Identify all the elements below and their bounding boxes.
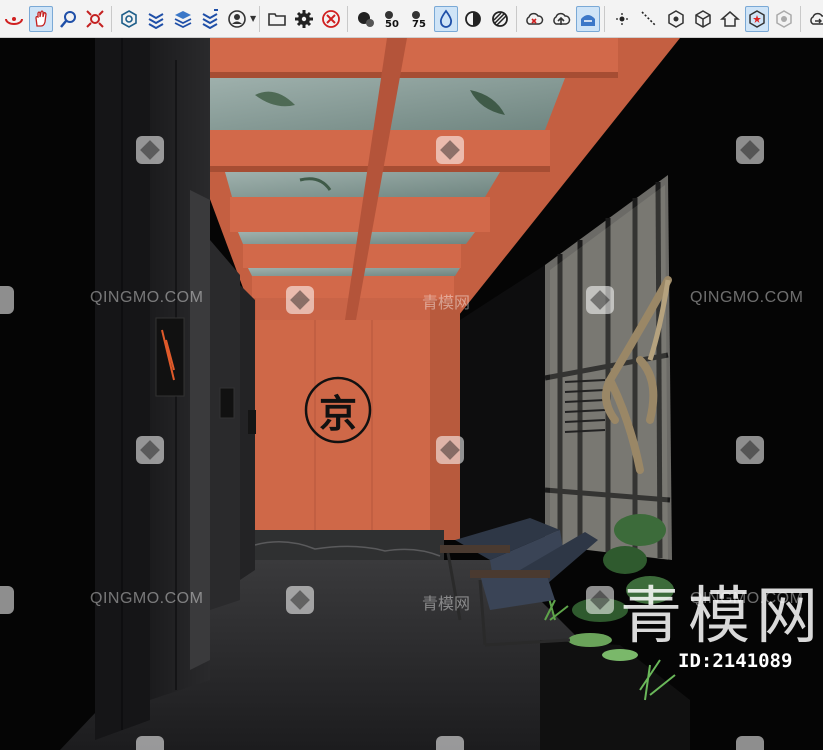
water-drop-icon[interactable] — [433, 5, 458, 32]
count-50-icon[interactable]: 50 — [380, 6, 404, 32]
gear-icon[interactable] — [292, 6, 316, 32]
svg-text:75: 75 — [412, 19, 426, 29]
watermark-text-cn: 青模网 — [422, 293, 471, 312]
count-75-icon[interactable]: 75 — [407, 6, 431, 32]
folder-icon[interactable] — [265, 6, 289, 32]
toolbar-separator — [604, 5, 606, 32]
model-id-label: ID:2141089 — [678, 650, 793, 672]
user-profile-icon[interactable] — [225, 6, 249, 32]
cube-star-icon[interactable] — [744, 5, 769, 32]
watermark-logo-icon — [286, 286, 314, 314]
watermark-text: QINGMO.COM — [90, 590, 204, 607]
pan-hand-icon[interactable] — [28, 5, 53, 32]
contrast-icon[interactable] — [461, 6, 485, 32]
watermark-logo-icon — [0, 586, 14, 614]
watermark-logo-icon — [586, 286, 614, 314]
watermark-logo-icon — [436, 436, 464, 464]
watermark-logo-icon — [136, 736, 164, 750]
watermark-logo-icon — [736, 136, 764, 164]
zoom-extents-icon[interactable] — [83, 6, 107, 32]
svg-text:50: 50 — [385, 19, 399, 29]
toolbar-separator — [259, 5, 261, 32]
hatch-icon[interactable] — [488, 6, 512, 32]
layers-stack-sorted-icon[interactable] — [198, 6, 222, 32]
toolbar-separator — [516, 5, 518, 32]
layers-stack-icon[interactable] — [144, 6, 168, 32]
section-plane-icon[interactable] — [117, 6, 141, 32]
home-cube-icon[interactable] — [718, 6, 742, 32]
cloud-arrow-icon[interactable] — [806, 6, 823, 32]
toolbar-separator — [111, 5, 112, 32]
brand-watermark: 青模网 — [620, 579, 823, 652]
orbit-icon[interactable] — [2, 6, 26, 32]
watermark-logo-icon — [286, 586, 314, 614]
watermark-logo-icon — [436, 136, 464, 164]
watermark-logo-icon — [136, 436, 164, 464]
zoom-icon[interactable] — [56, 6, 80, 32]
cloud-manage-icon[interactable] — [575, 5, 600, 32]
cloud-upload-icon[interactable] — [549, 6, 573, 32]
model-info-icon[interactable] — [353, 6, 377, 32]
watermark-logo-icon — [586, 586, 614, 614]
toolbar: ▼ 50 75 — [0, 0, 823, 38]
cube-outline-icon[interactable] — [691, 6, 715, 32]
emblem-character: 京 — [318, 391, 357, 436]
watermark-logo-icon — [436, 736, 464, 750]
toolbar-separator — [347, 5, 349, 32]
gear-cube-icon[interactable] — [664, 6, 688, 32]
chevron-down-icon[interactable]: ▼ — [250, 14, 256, 23]
3d-viewport[interactable]: 京 QINGMO.COM QINGMO.COM QINGMO.COM QINGM… — [0, 38, 823, 750]
layers-stack-alt-icon[interactable] — [171, 6, 195, 32]
watermark-text: QINGMO.COM — [690, 289, 804, 306]
watermark-logo-icon — [736, 436, 764, 464]
cube-faded-icon[interactable] — [772, 6, 796, 32]
watermark-text: QINGMO.COM — [90, 289, 204, 306]
dotted-line-icon[interactable] — [637, 6, 661, 32]
watermark-text-cn: 青模网 — [422, 594, 471, 613]
cancel-circle-icon[interactable] — [319, 6, 343, 32]
watermark-logo-icon — [736, 736, 764, 750]
cloud-delete-icon[interactable] — [522, 6, 546, 32]
dot-point-icon[interactable] — [610, 6, 634, 32]
toolbar-separator — [800, 5, 802, 32]
watermark-logo-icon — [0, 286, 14, 314]
watermark-logo-icon — [136, 136, 164, 164]
